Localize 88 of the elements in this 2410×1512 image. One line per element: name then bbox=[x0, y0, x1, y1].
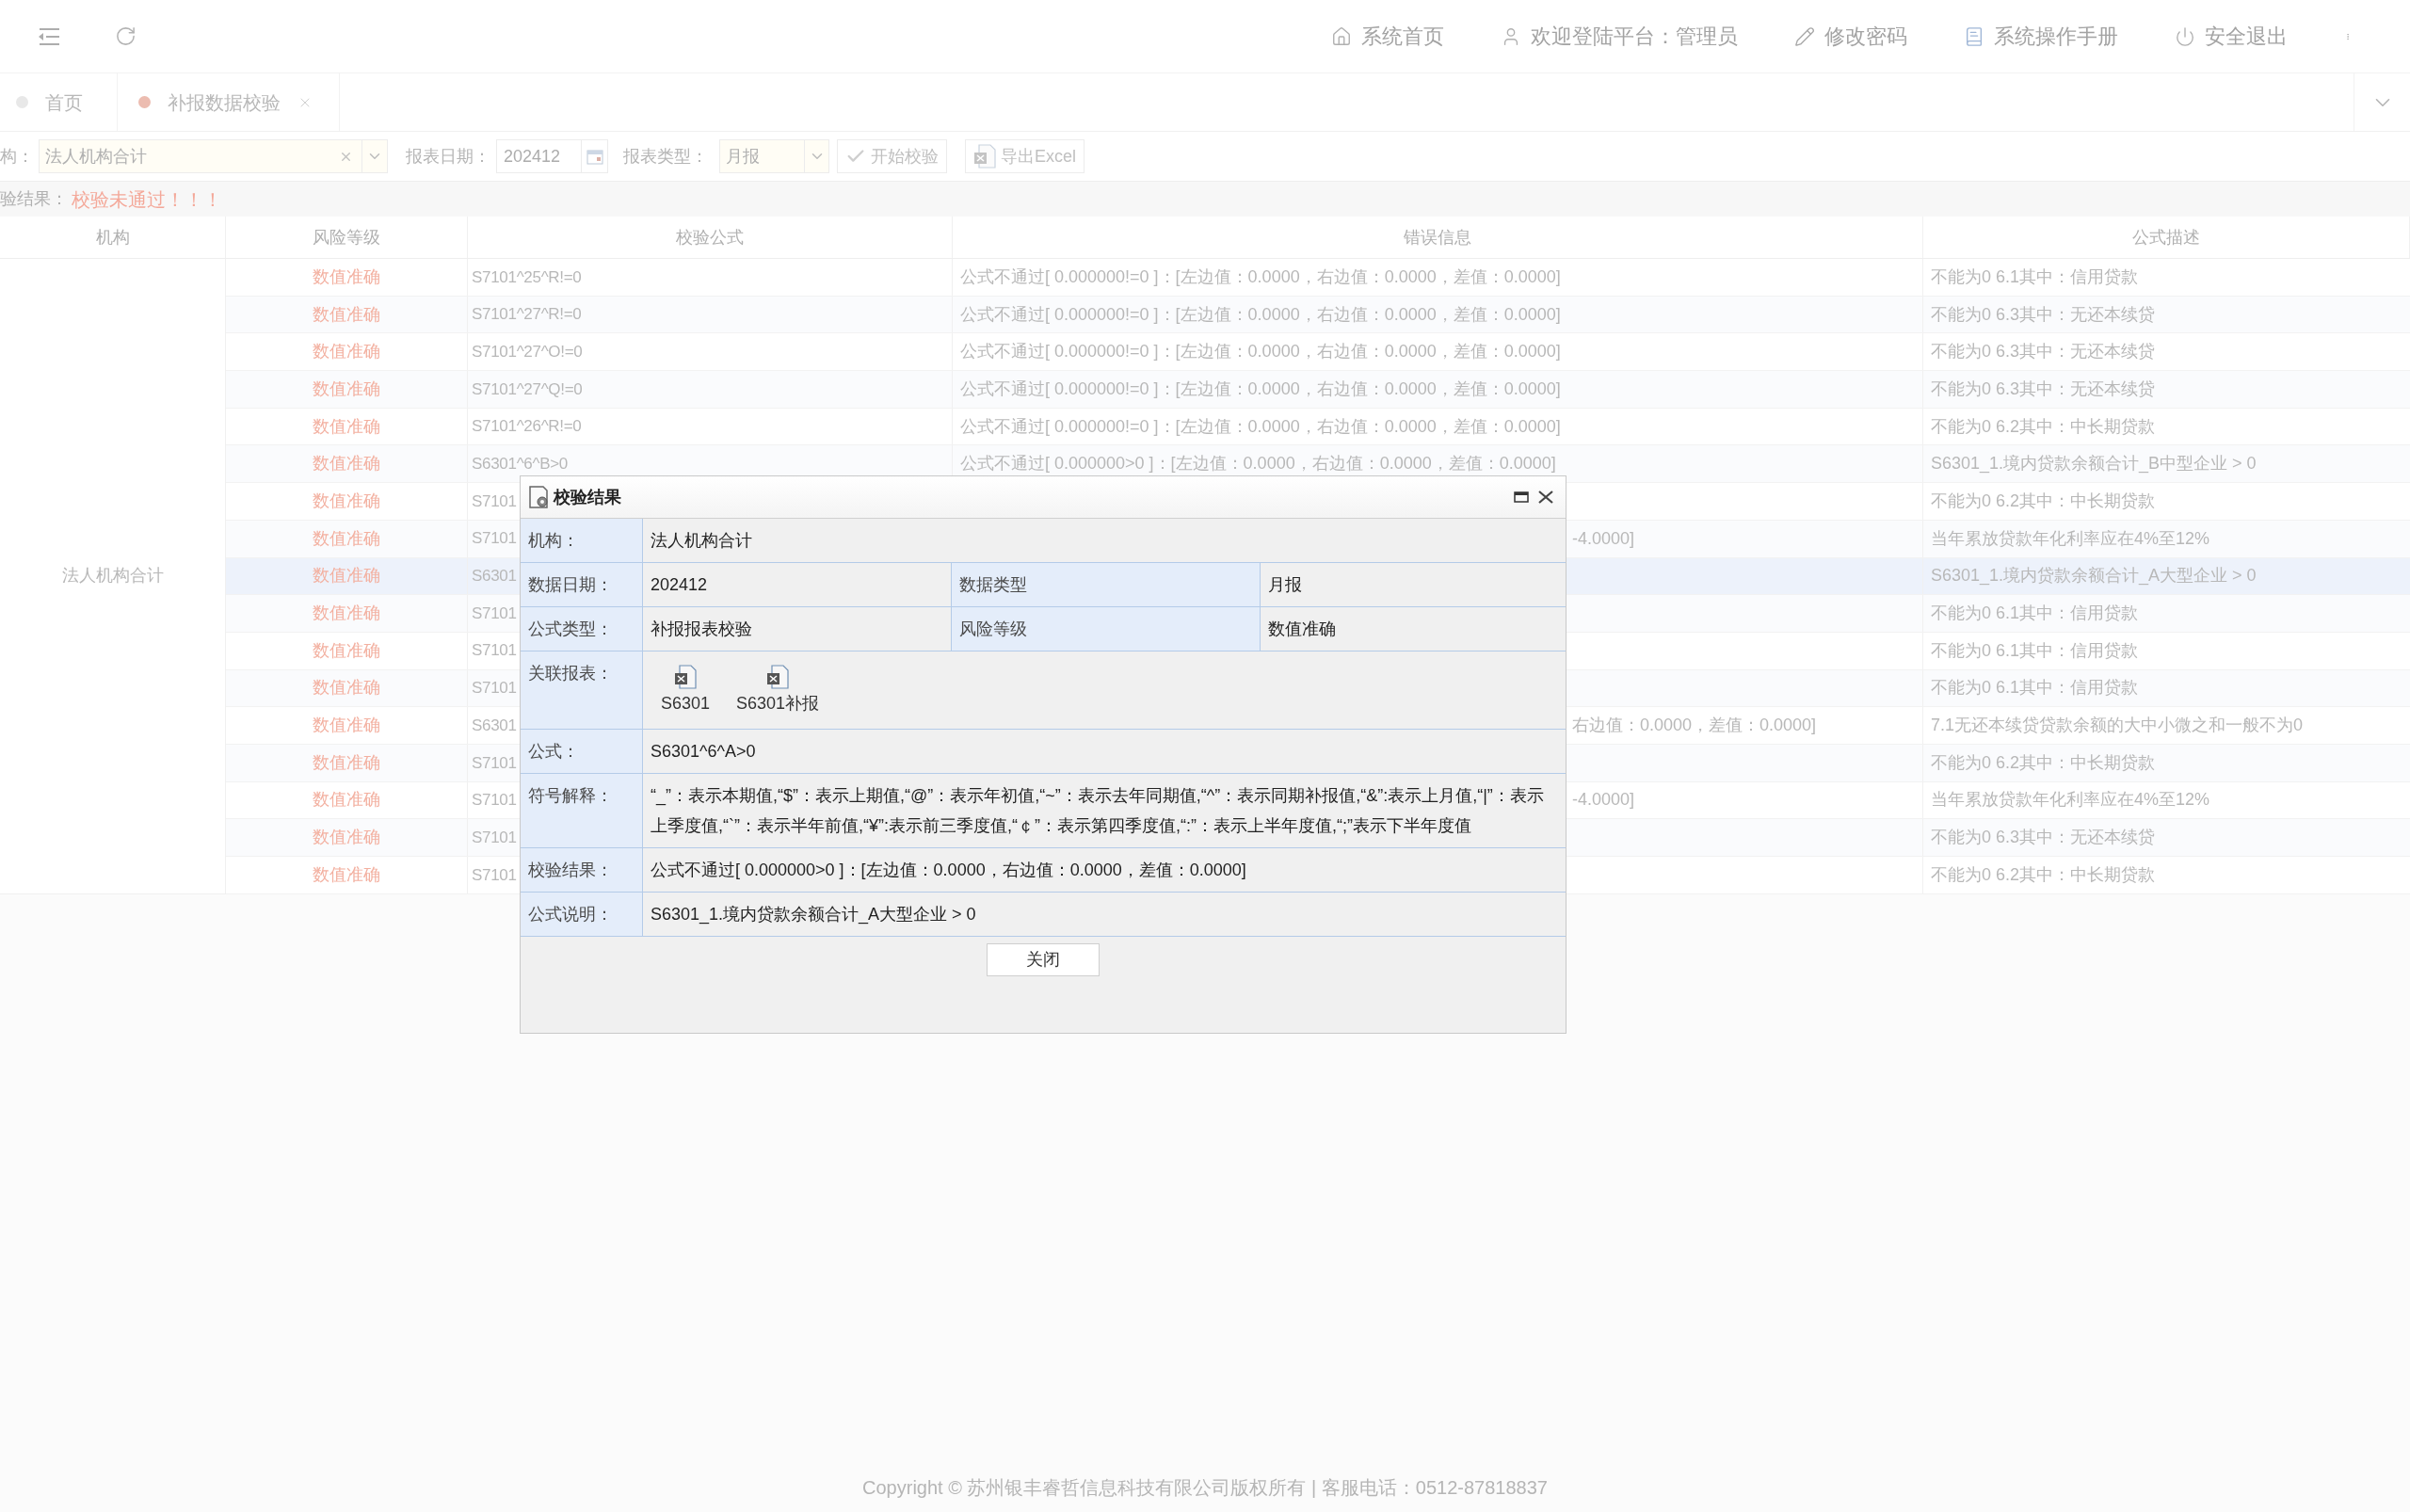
field-label: 校验结果： bbox=[521, 848, 643, 893]
field-value: 公式不通过[ 0.000000>0 ]：[左边值：0.0000，右边值：0.0000，差值：0.0000] bbox=[643, 848, 1566, 893]
table-cell-text: 数值准确 bbox=[313, 863, 380, 886]
field-value: S6301_1.境内贷款余额合计_A大型企业 > 0 bbox=[643, 893, 1566, 937]
table-cell-text: 公式不通过[ 0.000000!=0 ]：[左边值：0.0000，右边值：0.0000，差值：0.0000] bbox=[960, 378, 1561, 400]
table-cell-text: 不能为0 6.2其中：中长期贷款 bbox=[1931, 751, 2156, 774]
table-cell-text: 数值准确 bbox=[313, 527, 380, 550]
table-cell-text: 不能为0 6.2其中：中长期贷款 bbox=[1931, 415, 2156, 438]
table-cell-text: S7101^25^R!=0 bbox=[472, 266, 582, 288]
field-label: 报表日期： bbox=[406, 145, 490, 168]
table-cell-text: 公式不通过[ 0.000000!=0 ]：[左边值：0.0000，右边值：0.0000，差值：0.0000] bbox=[960, 265, 1561, 288]
table-cell-text: 数值准确 bbox=[313, 603, 380, 625]
table-cell-text: 公式不通过[ 0.000000!=0 ]：[左边值：0.0000，右边值：0.0000，差值：0.0000] bbox=[960, 415, 1561, 438]
table-cell-text: 不能为0 6.2其中：中长期贷款 bbox=[1931, 863, 2156, 886]
table-cell-text: S7101 bbox=[472, 678, 517, 700]
table-cell-text: S7101 bbox=[472, 528, 517, 550]
field-label: 关联报表： bbox=[521, 651, 643, 730]
table-cell-text: 数值准确 bbox=[313, 378, 380, 400]
field-label: 报表类型： bbox=[623, 145, 708, 168]
table-cell-text: 数值准确 bbox=[313, 639, 380, 662]
table-cell-text: S7101 bbox=[472, 603, 517, 624]
table-cell-text: S6301_1.境内贷款余额合计_B中型企业 > 0 bbox=[1931, 453, 2257, 475]
copyright-text: Copyright © 苏州银丰睿哲信息科技有限公司版权所有 | 客服电话：0512-87818837 bbox=[862, 1476, 1548, 1500]
table-cell-text: 不能为0 6.3其中：无还本续贷 bbox=[1931, 341, 2156, 363]
table-cell-text: S7101 bbox=[472, 640, 517, 662]
field-label: 数据日期： bbox=[521, 563, 643, 607]
result-message: 校验未通过！！！ bbox=[72, 187, 222, 212]
column-header: 校验公式 bbox=[676, 226, 744, 249]
table-cell-text: 数值准确 bbox=[313, 827, 380, 849]
table-cell-text: -4.0000] bbox=[1572, 789, 1635, 812]
table-cell-text: S7101 bbox=[472, 827, 517, 848]
table-cell-text: S6301 bbox=[472, 566, 517, 587]
table-cell-text: 数值准确 bbox=[313, 677, 380, 700]
column-header: 风险等级 bbox=[313, 226, 380, 249]
table-cell-text: S7101^26^R!=0 bbox=[472, 416, 582, 438]
field-label: 公式： bbox=[521, 730, 643, 774]
table-cell-text: 数值准确 bbox=[313, 490, 380, 512]
table-cell-text: 公式不通过[ 0.000000!=0 ]：[左边值：0.0000，右边值：0.0000，差值：0.0000] bbox=[960, 341, 1561, 363]
table-cell-text: 数值准确 bbox=[313, 341, 380, 363]
table-cell-text: 当年累放贷款年化利率应在4%至12% bbox=[1931, 527, 2210, 550]
table-cell-text: 数值准确 bbox=[313, 751, 380, 774]
table-cell-text: 不能为0 6.3其中：无还本续贷 bbox=[1931, 378, 2156, 400]
table-cell-text: S6301 bbox=[472, 715, 517, 736]
table-cell-text: 不能为0 6.1其中：信用贷款 bbox=[1931, 265, 2139, 288]
table-cell-text: 数值准确 bbox=[313, 303, 380, 326]
table-cell-text: 数值准确 bbox=[313, 789, 380, 812]
table-cell-text: S6301_1.境内贷款余额合计_A大型企业 > 0 bbox=[1931, 565, 2257, 587]
table-cell-text: S7101^27^Q!=0 bbox=[472, 378, 583, 400]
field-label: 风险等级 bbox=[952, 607, 1261, 651]
table-cell-text: 数值准确 bbox=[313, 715, 380, 737]
column-header: 机构 bbox=[95, 226, 130, 249]
column-header: 公式描述 bbox=[2132, 226, 2200, 249]
table-cell-text: S7101 bbox=[472, 491, 517, 512]
field-label: 公式说明： bbox=[521, 893, 643, 937]
table-cell: 法人机构合计 bbox=[0, 259, 226, 894]
table-cell-text: 不能为0 6.2其中：中长期贷款 bbox=[1931, 490, 2156, 512]
table-cell-text: 不能为0 6.1其中：信用贷款 bbox=[1931, 677, 2139, 700]
field-value: 数值准确 bbox=[1261, 607, 1566, 651]
field-label: 机构： bbox=[521, 519, 643, 563]
field-value: “_”：表示本期值,“$”：表示上期值,“@”：表示年初值,“~”：表示去年同期值,“^”：表示同期补报值,“&”:表示上月值,“|”：表示上季度值,“`”：表示半年前值,“¥”:表示前三季度值,“￠”：表示第四季度值,“:”：表示上半年度值,“;”表示下半年度值 bbox=[643, 774, 1566, 848]
field-label: 符号解释： bbox=[521, 774, 643, 848]
result-label: 验结果： bbox=[0, 188, 68, 210]
field-label: 公式类型： bbox=[521, 607, 643, 651]
field-value: 月报 bbox=[1261, 563, 1566, 607]
table-cell-text: 公式不通过[ 0.000000>0 ]：[左边值：0.0000，右边值：0.0000，差值：0.0000] bbox=[960, 453, 1556, 475]
table-cell-text: 数值准确 bbox=[313, 565, 380, 587]
table-cell-text: 不能为0 6.3其中：无还本续贷 bbox=[1931, 827, 2156, 849]
dialog-title: 校验结果 bbox=[554, 486, 621, 508]
field-value: S6301^6^A>0 bbox=[643, 730, 1566, 774]
table-cell-text: 不能为0 6.1其中：信用贷款 bbox=[1931, 603, 2139, 625]
table-cell-text: 不能为0 6.3其中：无还本续贷 bbox=[1931, 303, 2156, 326]
table-cell-text: S7101 bbox=[472, 790, 517, 812]
table-cell-text: S7101^27^O!=0 bbox=[472, 341, 583, 362]
table-cell-text: S6301^6^B>0 bbox=[472, 454, 568, 475]
table-cell-text: 右边值：0.0000，差值：0.0000] bbox=[1572, 715, 1817, 737]
table-cell-text: 数值准确 bbox=[313, 415, 380, 438]
table-cell-text: 数值准确 bbox=[313, 453, 380, 475]
field-label: 数据类型 bbox=[952, 563, 1261, 607]
table-cell-text: S7101 bbox=[472, 752, 517, 774]
table-cell-text: 数值准确 bbox=[313, 265, 380, 288]
table-cell-text: -4.0000] bbox=[1572, 527, 1635, 550]
field-label: 构： bbox=[0, 145, 34, 168]
table-cell-text: 当年累放贷款年化利率应在4%至12% bbox=[1931, 789, 2210, 812]
table-cell-text: S7101 bbox=[472, 864, 517, 886]
table-cell-text: 公式不通过[ 0.000000!=0 ]：[左边值：0.0000，右边值：0.0000，差值：0.0000] bbox=[960, 303, 1561, 326]
table-cell-text: S7101^27^R!=0 bbox=[472, 304, 582, 326]
table-cell-text: 不能为0 6.1其中：信用贷款 bbox=[1931, 639, 2139, 662]
column-header: 错误信息 bbox=[1404, 226, 1471, 249]
